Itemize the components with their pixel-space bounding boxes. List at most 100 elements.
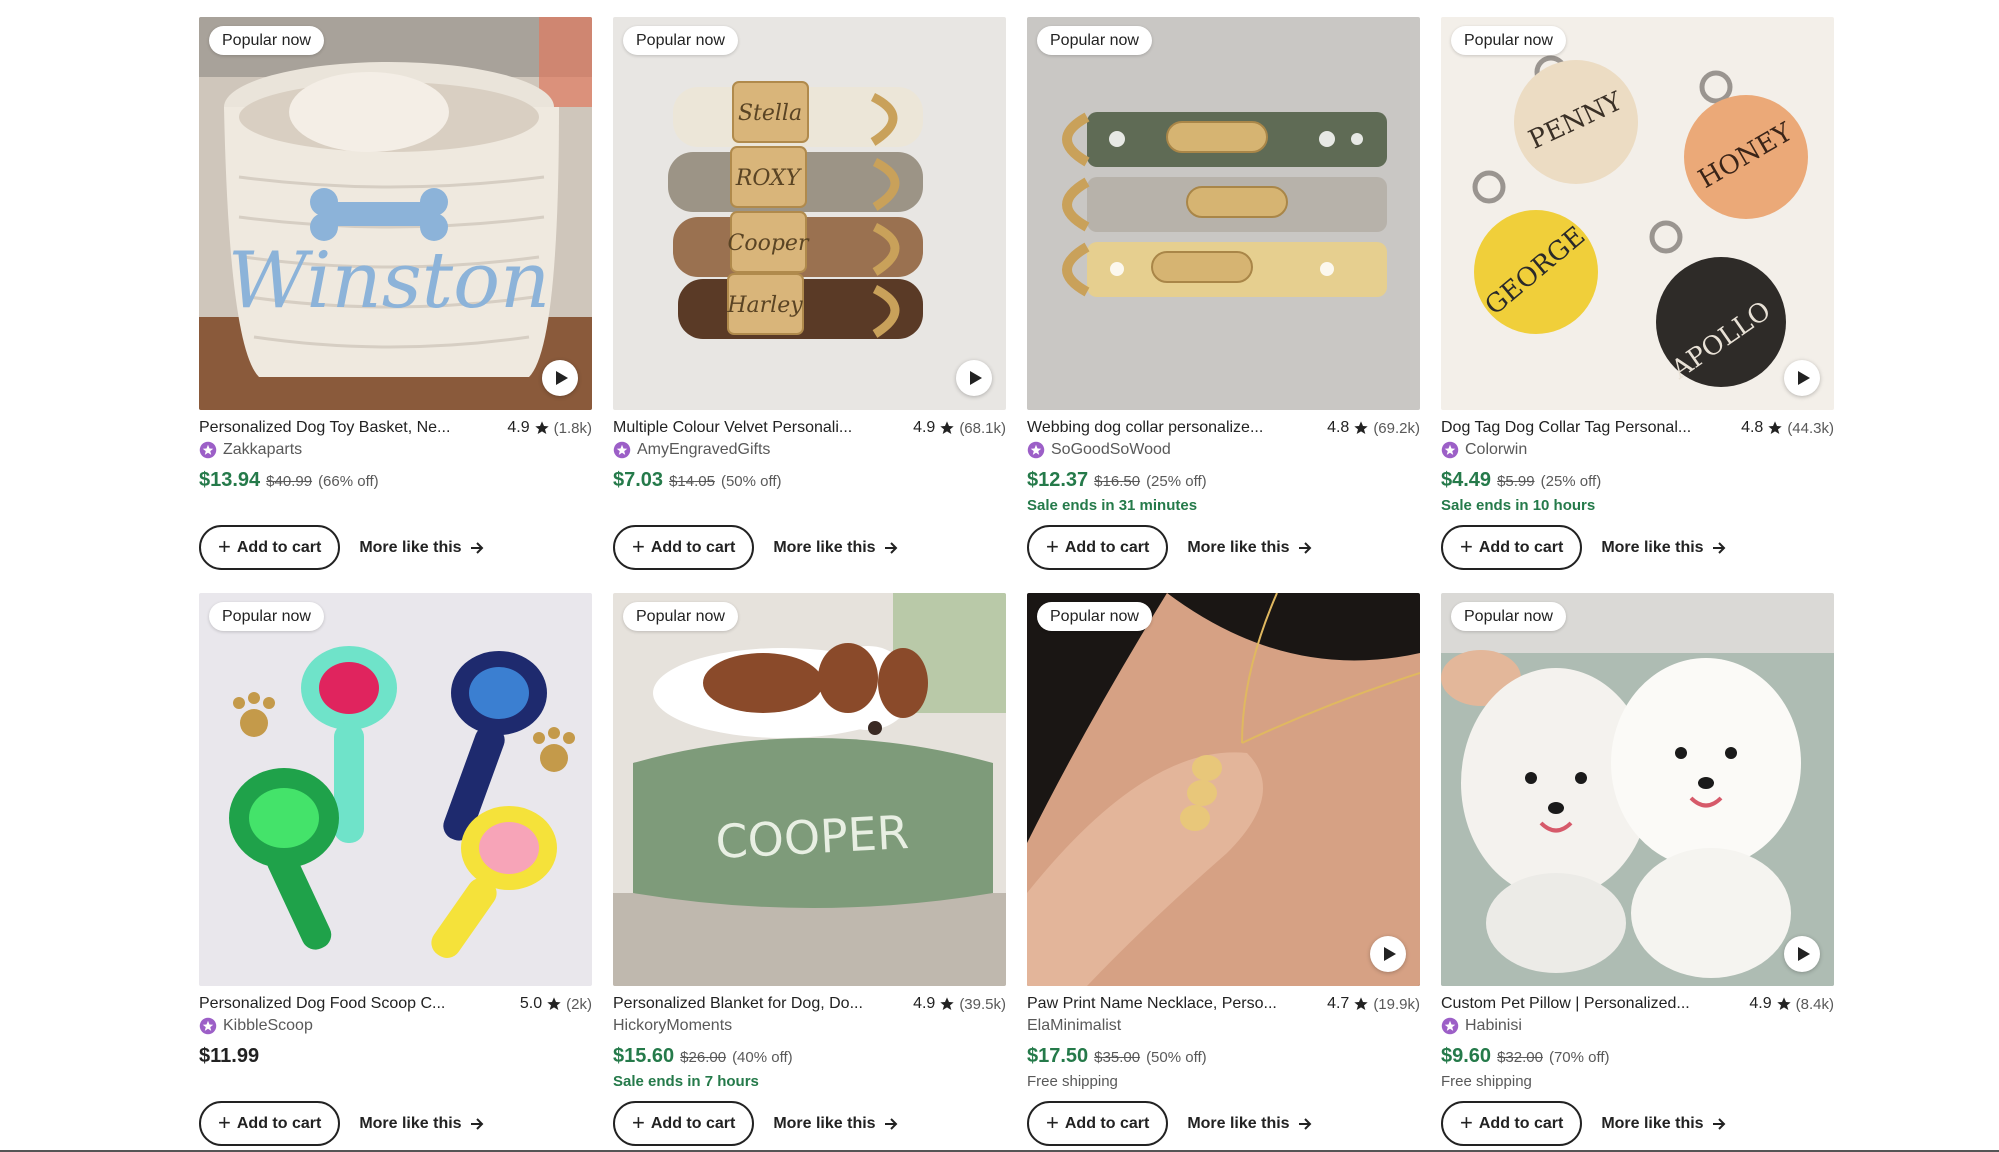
more-like-this-link[interactable]: More like this [1601, 1115, 1725, 1133]
product-image[interactable]: Popular now [199, 593, 592, 986]
sale-price: $12.37 [1027, 469, 1089, 491]
add-to-cart-label: Add to cart [650, 1114, 736, 1132]
product-image[interactable]: Stella ROXY Cooper Harley Popular now [613, 17, 1006, 410]
add-to-cart-button[interactable]: + Add to cart [1441, 1101, 1583, 1146]
rating-value: 5.0 [519, 995, 543, 1012]
star-seller-icon [1441, 441, 1459, 459]
add-to-cart-button[interactable]: + Add to cart [1441, 525, 1583, 570]
shop-name[interactable]: Habinisi [1465, 1017, 1522, 1035]
free-shipping-note: Free shipping [1027, 1073, 1118, 1090]
product-title[interactable]: Personalized Dog Food Scoop C... [199, 995, 445, 1013]
review-count: (39.5k) [959, 995, 1006, 1013]
rating-value: 4.7 [1327, 995, 1350, 1012]
shop-name[interactable]: SoGoodSoWood [1051, 441, 1171, 459]
add-to-cart-button[interactable]: + Add to cart [613, 525, 755, 570]
sale-ends-note: Sale ends in 7 hours [613, 1073, 759, 1090]
product-title[interactable]: Personalized Dog Toy Basket, Ne... [199, 419, 450, 437]
sale-ends-note: Sale ends in 31 minutes [1027, 497, 1198, 514]
star-icon [534, 421, 549, 434]
arrow-right-icon [1712, 1117, 1725, 1130]
shop-name[interactable]: Colorwin [1465, 441, 1527, 459]
more-like-this-link[interactable]: More like this [359, 1115, 483, 1133]
product-image[interactable]: Winston Popular now [199, 17, 592, 410]
add-to-cart-button[interactable]: + Add to cart [1027, 1101, 1169, 1146]
product-card[interactable]: PENNY HONEY GEORGE APOLLO Popular now Do… [1441, 17, 1834, 575]
more-like-this-link[interactable]: More like this [1187, 539, 1311, 557]
product-image[interactable]: Popular now [1027, 17, 1420, 410]
pet-pillow-photo [1441, 593, 1834, 986]
product-card[interactable]: Popular now Personalized Dog Food Scoop … [199, 593, 592, 1151]
add-to-cart-button[interactable]: + Add to cart [1027, 525, 1169, 570]
product-card[interactable]: Popular now Custom Pet Pillow | Personal… [1441, 593, 1834, 1151]
original-price: $40.99 [266, 473, 313, 490]
play-video-button[interactable] [1784, 936, 1820, 972]
popular-now-badge: Popular now [1037, 602, 1152, 631]
product-card[interactable]: Popular now Webbing dog collar personali… [1027, 17, 1420, 575]
add-to-cart-label: Add to cart [1064, 538, 1150, 556]
plus-icon: + [1460, 1109, 1473, 1135]
sale-price: $9.60 [1441, 1045, 1492, 1067]
more-like-this-link[interactable]: More like this [1601, 539, 1725, 557]
discount-percent: (70% off) [1548, 1049, 1610, 1066]
review-count: (19.9k) [1373, 995, 1420, 1013]
original-price: $32.00 [1497, 1049, 1543, 1066]
shop-name[interactable]: ElaMinimalist [1027, 1017, 1121, 1035]
more-like-this-link[interactable]: More like this [359, 539, 483, 557]
original-price: $14.05 [669, 473, 715, 490]
original-price: $35.00 [1094, 1049, 1141, 1066]
collar-name-text: Harley [726, 293, 803, 318]
review-count: (69.2k) [1373, 419, 1420, 437]
discount-percent: (25% off) [1146, 473, 1207, 490]
play-video-button[interactable] [956, 360, 992, 396]
necklace-photo [1027, 593, 1420, 986]
add-to-cart-button[interactable]: + Add to cart [199, 1101, 341, 1146]
rating: 4.9 (68.1k) [913, 419, 1006, 437]
play-video-button[interactable] [542, 360, 578, 396]
add-to-cart-label: Add to cart [1478, 538, 1564, 556]
collar-name-text: ROXY [735, 166, 803, 191]
popular-now-badge: Popular now [1451, 26, 1566, 55]
product-image[interactable]: Popular now [1441, 593, 1834, 986]
product-card[interactable]: Winston Popular now Personalized Dog Toy… [199, 17, 592, 575]
arrow-right-icon [884, 1117, 897, 1130]
product-title[interactable]: Personalized Blanket for Dog, Do... [613, 995, 863, 1013]
shop-name[interactable]: HickoryMoments [613, 1017, 732, 1035]
sale-price: $15.60 [613, 1045, 675, 1067]
product-card[interactable]: Popular now Paw Print Name Necklace, Per… [1027, 593, 1420, 1151]
rating-value: 4.9 [913, 995, 936, 1012]
rating-value: 4.9 [913, 419, 936, 436]
play-video-button[interactable] [1370, 936, 1406, 972]
arrow-right-icon [1298, 541, 1311, 554]
product-card[interactable]: COOPER Popular now Personalized Blanket … [613, 593, 1006, 1151]
product-title[interactable]: Dog Tag Dog Collar Tag Personal... [1441, 419, 1691, 437]
review-count: (2k) [566, 995, 592, 1013]
plus-icon: + [218, 533, 231, 559]
product-title[interactable]: Paw Print Name Necklace, Perso... [1027, 995, 1277, 1013]
add-to-cart-button[interactable]: + Add to cart [199, 525, 341, 570]
more-like-this-link[interactable]: More like this [1187, 1115, 1311, 1133]
popular-now-badge: Popular now [1037, 26, 1152, 55]
product-image[interactable]: COOPER Popular now [613, 593, 1006, 986]
shop-name[interactable]: Zakkaparts [223, 441, 302, 459]
blanket-name-text: COOPER [714, 805, 910, 869]
product-image[interactable]: PENNY HONEY GEORGE APOLLO Popular now [1441, 17, 1834, 410]
basket-name-text: Winston [228, 236, 551, 326]
star-icon [1768, 421, 1782, 434]
more-like-this-link[interactable]: More like this [773, 1115, 897, 1133]
shop-name[interactable]: KibbleScoop [223, 1017, 313, 1035]
product-image[interactable]: Popular now [1027, 593, 1420, 986]
star-icon [940, 421, 954, 434]
plus-icon: + [218, 1109, 231, 1135]
shop-name[interactable]: AmyEngravedGifts [637, 441, 770, 459]
add-to-cart-label: Add to cart [236, 538, 322, 556]
add-to-cart-button[interactable]: + Add to cart [613, 1101, 755, 1146]
play-video-button[interactable] [1784, 360, 1820, 396]
product-card[interactable]: Stella ROXY Cooper Harley Popular now Mu… [613, 17, 1006, 575]
product-title[interactable]: Webbing dog collar personalize... [1027, 419, 1263, 437]
product-title[interactable]: Custom Pet Pillow | Personalized... [1441, 995, 1690, 1013]
play-icon [1797, 947, 1810, 961]
product-title[interactable]: Multiple Colour Velvet Personali... [613, 419, 852, 437]
discount-percent: (66% off) [318, 473, 379, 490]
collar-name-text: Stella [738, 101, 802, 126]
more-like-this-link[interactable]: More like this [773, 539, 897, 557]
